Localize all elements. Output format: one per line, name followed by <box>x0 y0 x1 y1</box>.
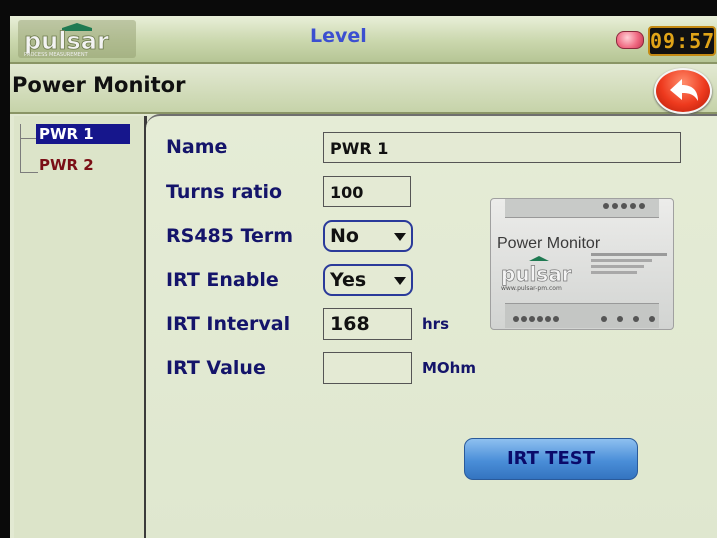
rs485-term-label: RS485 Term <box>166 225 294 247</box>
alarm-indicator-icon <box>616 31 644 49</box>
svg-text:PROCESS MEASUREMENT: PROCESS MEASUREMENT <box>24 52 89 58</box>
rs485-term-value: No <box>330 225 359 247</box>
chevron-down-icon <box>394 233 406 241</box>
irt-interval-field[interactable]: 168 <box>323 308 412 340</box>
irt-enable-label: IRT Enable <box>166 269 279 291</box>
turns-ratio-field[interactable]: 100 <box>323 176 411 207</box>
screen: pulsar PROCESS MEASUREMENT Level 09:57 P… <box>0 0 717 538</box>
irt-interval-unit: hrs <box>422 315 450 333</box>
device-title: Power Monitor <box>497 235 601 252</box>
irt-enable-value: Yes <box>330 269 367 291</box>
rs485-term-select[interactable]: No <box>323 220 413 252</box>
irt-value-field <box>323 352 412 384</box>
irt-value-unit: MOhm <box>422 359 476 377</box>
back-button[interactable] <box>654 68 712 114</box>
page-title: Power Monitor <box>12 73 186 97</box>
device-spec-text <box>591 253 667 274</box>
content-area: PWR 1 PWR 2 Name PWR 1 Turns ratio 100 R… <box>10 114 717 538</box>
pulsar-logo: pulsar PROCESS MEASUREMENT <box>18 20 136 58</box>
name-field[interactable]: PWR 1 <box>323 132 681 163</box>
power-monitor-device-image: Power Monitor pulsar www.pulsar-pm.com <box>490 198 674 330</box>
chevron-down-icon <box>394 277 406 285</box>
tree-connector <box>20 124 21 172</box>
title-bar: Power Monitor <box>10 64 717 114</box>
top-bar: pulsar PROCESS MEASUREMENT Level 09:57 <box>10 16 717 64</box>
irt-test-button[interactable]: IRT TEST <box>464 438 638 480</box>
device-pulsar-logo: pulsar <box>501 256 572 286</box>
clock-display: 09:57 <box>648 26 716 56</box>
device-website: www.pulsar-pm.com <box>501 285 562 292</box>
turns-ratio-label: Turns ratio <box>166 181 283 203</box>
tree-item-pwr1[interactable]: PWR 1 <box>36 124 130 144</box>
device-tree: PWR 1 PWR 2 <box>14 116 147 538</box>
device-terminal-block <box>505 199 659 218</box>
back-arrow-icon <box>670 79 698 101</box>
tree-item-pwr2[interactable]: PWR 2 <box>36 155 97 175</box>
top-title: Level <box>310 25 367 47</box>
irt-value-label: IRT Value <box>166 357 266 379</box>
name-label: Name <box>166 136 228 158</box>
svg-text:pulsar: pulsar <box>24 27 109 55</box>
svg-text:pulsar: pulsar <box>501 262 572 286</box>
irt-enable-select[interactable]: Yes <box>323 264 413 296</box>
device-terminal-block-bottom <box>505 303 659 328</box>
irt-interval-label: IRT Interval <box>166 313 291 335</box>
